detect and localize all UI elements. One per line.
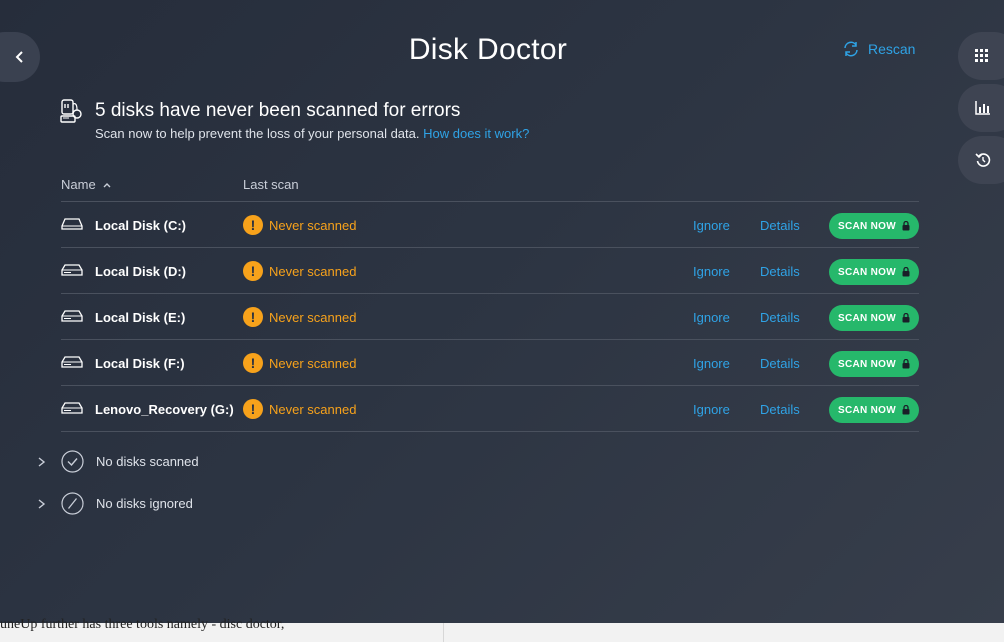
column-last-scan-label: Last scan: [243, 177, 299, 192]
scanned-disks-group[interactable]: No disks scanned: [35, 450, 199, 473]
scan-now-label: SCAN NOW: [838, 266, 896, 278]
disk-name: Local Disk (F:): [95, 356, 185, 371]
hard-drive-icon: [61, 218, 83, 230]
lock-icon: [902, 221, 910, 231]
scan-status: Never scanned: [269, 264, 357, 279]
warning-icon: !: [243, 215, 263, 235]
column-last-scan-header[interactable]: Last scan: [243, 177, 299, 192]
scan-now-label: SCAN NOW: [838, 358, 896, 370]
apps-button[interactable]: [958, 32, 1004, 80]
sort-ascending-icon: [103, 182, 111, 187]
page-title: Disk Doctor: [408, 33, 568, 66]
details-link[interactable]: Details: [760, 310, 800, 325]
lock-icon: [902, 359, 910, 369]
summary-subtext: Scan now to help prevent the loss of you…: [95, 126, 529, 141]
warning-icon: !: [243, 399, 263, 419]
disk-name: Local Disk (E:): [95, 310, 186, 325]
table-row: Local Disk (E:) ! Never scanned Ignore D…: [61, 294, 919, 340]
history-button[interactable]: [958, 136, 1004, 184]
ignore-link[interactable]: Ignore: [693, 310, 730, 325]
warning-icon: !: [243, 261, 263, 281]
column-name-label: Name: [61, 177, 96, 192]
warning-icon: !: [243, 307, 263, 327]
details-link[interactable]: Details: [760, 356, 800, 371]
scan-now-button[interactable]: SCAN NOW: [829, 305, 919, 331]
scanned-disks-label: No disks scanned: [96, 454, 199, 469]
hard-drive-icon: [61, 264, 83, 276]
scan-status: Never scanned: [269, 310, 357, 325]
summary-subtext-text: Scan now to help prevent the loss of you…: [95, 126, 420, 141]
background-article-text: uneUp further has three tools namely - d…: [0, 617, 285, 632]
table-row: Local Disk (F:) ! Never scanned Ignore D…: [61, 340, 919, 386]
bar-chart-icon: [975, 101, 990, 115]
chevron-right-icon: [38, 498, 46, 509]
hard-drive-icon: [61, 356, 83, 368]
apps-grid-icon: [975, 49, 988, 62]
table-row: Lenovo_Recovery (G:) ! Never scanned Ign…: [61, 386, 919, 432]
hard-drive-icon: [61, 310, 83, 322]
details-link[interactable]: Details: [760, 218, 800, 233]
ignore-link[interactable]: Ignore: [693, 402, 730, 417]
hard-drive-icon: [61, 402, 83, 414]
disk-doctor-icon: [60, 99, 82, 123]
refresh-icon: [844, 41, 858, 57]
table-row: Local Disk (C:) ! Never scanned Ignore D…: [61, 202, 919, 248]
scan-status: Never scanned: [269, 402, 357, 417]
scan-now-button[interactable]: SCAN NOW: [829, 397, 919, 423]
lock-icon: [902, 313, 910, 323]
scan-now-label: SCAN NOW: [838, 220, 896, 232]
ignore-link[interactable]: Ignore: [693, 356, 730, 371]
table-row: Local Disk (D:) ! Never scanned Ignore D…: [61, 248, 919, 294]
scan-now-label: SCAN NOW: [838, 404, 896, 416]
ignored-disks-group[interactable]: No disks ignored: [35, 492, 193, 515]
ignore-link[interactable]: Ignore: [693, 218, 730, 233]
scan-now-button[interactable]: SCAN NOW: [829, 259, 919, 285]
lock-icon: [902, 267, 910, 277]
details-link[interactable]: Details: [760, 402, 800, 417]
disk-name: Local Disk (C:): [95, 218, 187, 233]
disk-name: Local Disk (D:): [95, 264, 187, 279]
slash-circle-icon: [61, 492, 84, 515]
column-name-header[interactable]: Name: [61, 177, 112, 192]
check-circle-icon: [61, 450, 84, 473]
scan-status: Never scanned: [269, 356, 357, 371]
rescan-button[interactable]: Rescan: [842, 40, 915, 58]
disk-name: Lenovo_Recovery (G:): [95, 402, 234, 417]
disk-doctor-window: Disk Doctor Rescan 5 disks have never be…: [0, 0, 1004, 623]
how-it-works-link[interactable]: How does it work?: [423, 126, 529, 141]
scan-status: Never scanned: [269, 218, 357, 233]
lock-icon: [902, 405, 910, 415]
ignored-disks-label: No disks ignored: [96, 496, 193, 511]
undo-icon: [975, 153, 991, 167]
scan-now-button[interactable]: SCAN NOW: [829, 351, 919, 377]
chevron-right-icon: [38, 456, 46, 467]
details-link[interactable]: Details: [760, 264, 800, 279]
scan-now-button[interactable]: SCAN NOW: [829, 213, 919, 239]
background-divider: [443, 623, 444, 642]
ignore-link[interactable]: Ignore: [693, 264, 730, 279]
summary-headline: 5 disks have never been scanned for erro…: [95, 100, 461, 121]
warning-icon: !: [243, 353, 263, 373]
scan-now-label: SCAN NOW: [838, 312, 896, 324]
rescan-label: Rescan: [868, 41, 916, 57]
stats-button[interactable]: [958, 84, 1004, 132]
